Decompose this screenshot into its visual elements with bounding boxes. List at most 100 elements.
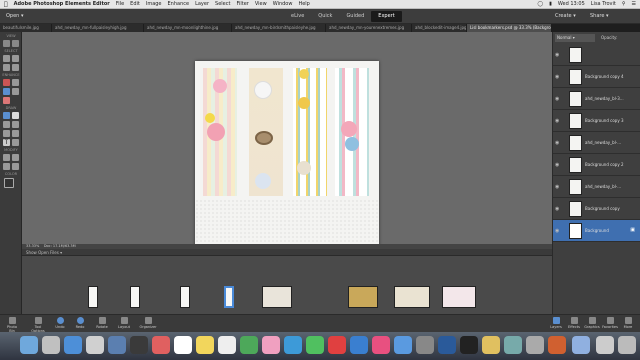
tab-active-document[interactable]: Lisl bookmarkers.psd @ 33.3% (Background… [467,24,552,32]
layer-row[interactable]: ◉ Background copy 3 [553,110,640,132]
photos-icon[interactable] [262,336,280,354]
tool-options-button[interactable]: Tool Options [28,317,48,333]
layer-row[interactable]: ◉ [553,44,640,66]
folder-icon[interactable] [572,336,590,354]
foreground-color-swatch[interactable] [4,178,14,188]
smart-brush-tool-icon[interactable] [12,139,19,146]
menu-window[interactable]: Window [273,1,293,7]
tab-document[interactable]: beautifulsmile.jpg [0,24,52,32]
app-icon[interactable] [130,336,148,354]
menubar-clock[interactable]: Wed 13:05 [558,1,585,7]
photo-bin-thumbnail[interactable] [486,286,516,308]
clone-stamp-tool-icon[interactable] [3,97,10,104]
crop-tool-icon[interactable] [3,154,10,161]
finder-icon[interactable] [20,336,38,354]
move-tool-icon[interactable] [3,55,10,62]
photo-bin-thumbnail[interactable] [88,286,98,308]
notes-icon[interactable] [196,336,214,354]
app-icon[interactable] [504,336,522,354]
photo-bin-thumbnail[interactable] [394,286,430,308]
quick-select-tool-icon[interactable] [12,64,19,71]
type-tool-icon[interactable]: T [3,139,10,146]
visibility-eye-icon[interactable]: ◉ [555,228,559,234]
share-button[interactable]: Share ▾ [590,12,609,21]
mail-icon[interactable] [86,336,104,354]
menu-file[interactable]: File [116,1,124,7]
eraser-tool-icon[interactable] [12,112,19,119]
zoom-level[interactable]: 33.33% [26,244,39,248]
visibility-eye-icon[interactable]: ◉ [555,52,559,58]
itunes-icon[interactable] [372,336,390,354]
menu-help[interactable]: Help [298,1,309,7]
sponge-tool-icon[interactable] [12,88,19,95]
visibility-eye-icon[interactable]: ◉ [555,162,559,168]
blend-mode-select[interactable]: Normal ▾ [555,34,595,42]
search-icon[interactable]: ⚲ [622,1,626,7]
mode-expert[interactable]: Expert [371,11,402,22]
app-icon[interactable] [526,336,544,354]
layer-row[interactable]: ◉ ahd_newday_bl-... [553,176,640,198]
photo-bin-thumbnail[interactable] [442,286,476,308]
undo-button[interactable]: Undo [52,317,68,329]
wifi-icon[interactable]: ◯ [537,1,543,7]
visibility-eye-icon[interactable]: ◉ [555,74,559,80]
photo-bin-thumbnail[interactable] [180,286,190,308]
tab-document[interactable]: ahd_newday_mn-birdsmithpaisleyhe.jpg [232,24,326,32]
safari-icon[interactable] [64,336,82,354]
blur-tool-icon[interactable] [3,88,10,95]
lasso-tool-icon[interactable] [3,64,10,71]
app-icon[interactable] [152,336,170,354]
system-preferences-icon[interactable] [416,336,434,354]
photoshop-elements-icon[interactable] [438,336,456,354]
trash-icon[interactable] [618,336,636,354]
red-eye-tool-icon[interactable] [3,79,10,86]
app-icon[interactable] [482,336,500,354]
downloads-icon[interactable] [596,336,614,354]
show-open-files-dropdown[interactable]: Show Open Files ▾ [26,250,62,255]
spot-healing-tool-icon[interactable] [12,79,19,86]
marquee-tool-icon[interactable] [12,55,19,62]
paint-bucket-tool-icon[interactable] [3,121,10,128]
shape-tool-icon[interactable] [3,130,10,137]
app-store-icon[interactable] [394,336,412,354]
straighten-tool-icon[interactable] [12,163,19,170]
recompose-tool-icon[interactable] [12,154,19,161]
more-button[interactable]: More [620,317,636,329]
app-icon[interactable] [548,336,566,354]
photo-bin-thumbnail-active[interactable] [224,286,234,308]
calendar-icon[interactable] [174,336,192,354]
menu-app-name[interactable]: Adobe Photoshop Elements Editor [14,1,110,7]
tab-document[interactable]: ahd_newday_mn-fullpaisleyhigh.jpg [52,24,144,32]
app-icon[interactable] [108,336,126,354]
document-canvas[interactable] [195,61,379,252]
gradient-tool-icon[interactable] [12,121,19,128]
notification-icon[interactable]: ☰ [632,1,636,7]
app-icon[interactable] [350,336,368,354]
battery-icon[interactable]: ▮ [549,1,552,7]
visibility-eye-icon[interactable]: ◉ [555,140,559,146]
pencil-tool-icon[interactable] [12,130,19,137]
effects-button[interactable]: Effects [566,317,582,329]
lock-icon[interactable]: ▣ [630,227,635,233]
photo-bin-thumbnail[interactable] [348,286,378,308]
layer-row[interactable]: ◉ ahd_newday_bl-... [553,132,640,154]
layer-row[interactable]: ◉ Background copy 2 [553,154,640,176]
apple-icon[interactable]:  [4,1,8,8]
spotify-icon[interactable] [460,336,478,354]
photo-bin-thumbnail[interactable] [262,286,292,308]
rotate-button[interactable]: Rotate [94,317,110,329]
maps-icon[interactable] [240,336,258,354]
menubar-user[interactable]: Lisa Trovit [591,1,616,7]
tab-document[interactable]: ahd_newday_mn-yourenextremes.jpg [326,24,412,32]
redo-button[interactable]: Redo [72,317,88,329]
layer-row[interactable]: ◉ Background copy 4 [553,66,640,88]
layer-row-selected[interactable]: ◉ Background ▣ [553,220,640,242]
graphics-button[interactable]: Graphics [584,317,600,329]
visibility-eye-icon[interactable]: ◉ [555,118,559,124]
mode-elive[interactable]: eLive [284,11,311,22]
tab-document[interactable]: ahd_newday_mn-moonlighthine.jpg [144,24,232,32]
layers-button[interactable]: Layers [548,317,564,329]
menu-edit[interactable]: Edit [130,1,140,7]
brush-tool-icon[interactable] [3,112,10,119]
tab-document[interactable]: ahd_blockedit-image4.jpg [412,24,467,32]
